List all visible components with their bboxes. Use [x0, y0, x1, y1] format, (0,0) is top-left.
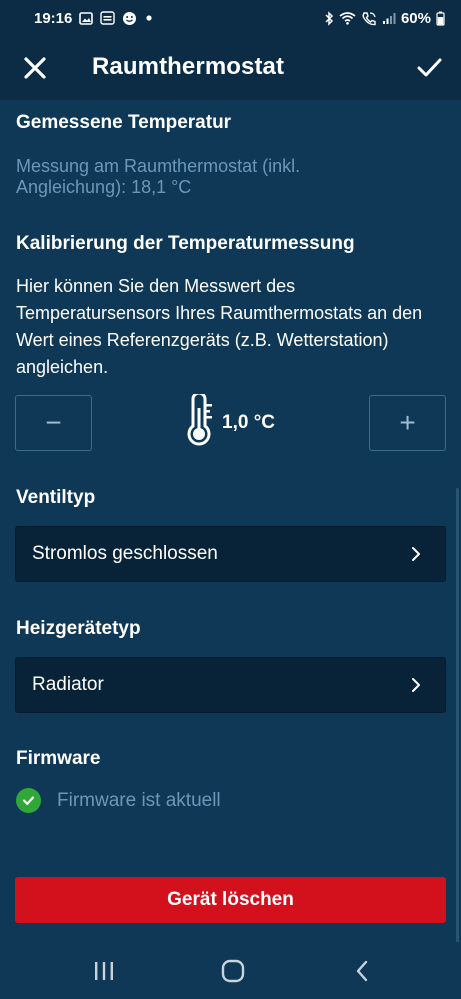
delete-device-button[interactable]: Gerät löschen	[15, 877, 446, 923]
bluetooth-icon	[324, 10, 334, 26]
tagesschau-icon	[100, 11, 116, 25]
increase-button[interactable]: +	[369, 395, 446, 451]
chevron-right-icon	[409, 546, 423, 562]
scrollbar[interactable]	[456, 488, 459, 958]
heater-type-value: Radiator	[32, 674, 104, 695]
minus-icon: −	[45, 407, 62, 438]
measured-value-text: Messung am Raumthermostat (inkl. Angleic…	[16, 156, 301, 197]
battery-icon	[436, 11, 445, 26]
status-bar: 19:16 60%	[0, 0, 461, 36]
settings-content[interactable]: Gemessene Temperatur Messung am Raumther…	[0, 100, 461, 958]
heater-heading: Heizgerätetyp	[16, 618, 141, 639]
close-icon[interactable]	[22, 55, 48, 81]
page-title: Raumthermostat	[92, 53, 285, 80]
smiley-icon	[122, 11, 137, 26]
call-icon	[361, 11, 377, 26]
valve-type-value: Stromlos geschlossen	[32, 543, 218, 564]
valve-heading: Ventiltyp	[16, 487, 96, 508]
calibration-offset: 1,0 °C	[184, 391, 276, 451]
check-circle-icon	[16, 788, 41, 813]
plus-icon: +	[399, 407, 416, 438]
firmware-status-text: Firmware ist aktuell	[57, 789, 221, 811]
firmware-heading: Firmware	[16, 748, 101, 769]
clock: 19:16	[34, 9, 73, 27]
decrease-button[interactable]: −	[15, 395, 92, 451]
dot-icon	[144, 13, 154, 23]
calibration-description: Hier können Sie den Messwert des Tempera…	[16, 276, 423, 377]
wifi-icon	[339, 11, 356, 25]
heater-type-select[interactable]: Radiator	[15, 657, 446, 713]
chevron-right-icon	[409, 677, 423, 693]
signal-icon	[382, 12, 396, 25]
firmware-status: Firmware ist aktuell	[16, 788, 221, 813]
back-icon[interactable]	[342, 956, 382, 986]
confirm-check-icon[interactable]	[415, 54, 443, 82]
offset-value: 1,0 °C	[222, 411, 276, 433]
valve-type-select[interactable]: Stromlos geschlossen	[15, 526, 446, 582]
thermometer-icon	[184, 391, 214, 451]
calibration-heading: Kalibrierung der Temperaturmessung	[16, 233, 355, 254]
recent-apps-icon[interactable]	[84, 956, 124, 986]
system-nav-bar	[0, 942, 461, 999]
app-bar: Raumthermostat	[0, 36, 461, 100]
measured-heading: Gemessene Temperatur	[16, 112, 232, 133]
gallery-icon	[79, 11, 94, 25]
battery-percent: 60%	[400, 9, 431, 27]
home-icon[interactable]	[213, 956, 253, 986]
